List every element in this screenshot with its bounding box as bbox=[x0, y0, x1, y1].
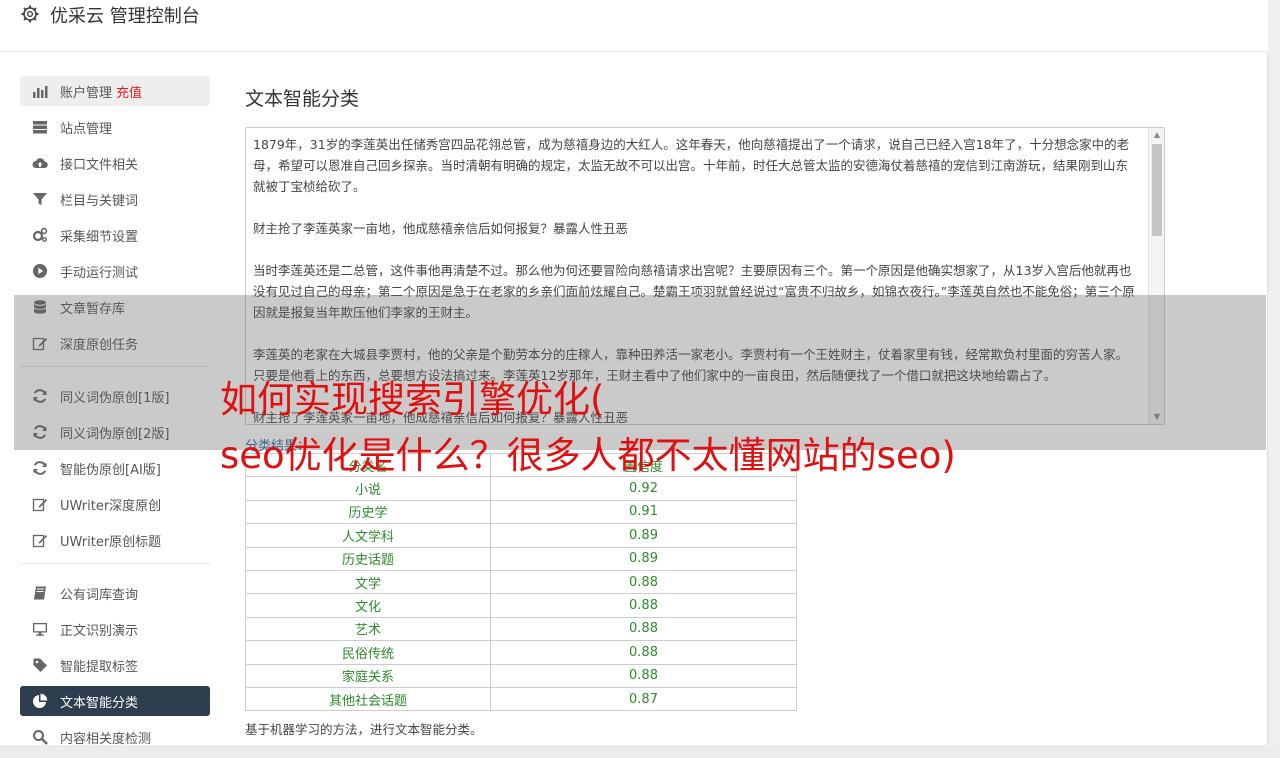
sidebar-item-label: UWriter深度原创 bbox=[60, 498, 162, 514]
table-row: 艺术 0.88 bbox=[245, 616, 797, 642]
confidence-cell: 0.88 bbox=[490, 640, 797, 665]
page-title: 文本智能分类 bbox=[245, 88, 360, 110]
category-cell: 家庭关系 bbox=[245, 663, 491, 688]
footer-note: 基于机器学习的方法，进行文本智能分类。 bbox=[245, 722, 483, 738]
sidebar-item[interactable]: 账户管理 充值 bbox=[20, 76, 210, 106]
bar-chart-icon bbox=[32, 83, 48, 99]
recharge-link[interactable]: 充值 bbox=[116, 82, 142, 101]
table-row: 文化 0.88 bbox=[245, 593, 797, 618]
category-cell: 文学 bbox=[245, 569, 491, 595]
sidebar-item[interactable]: 公有词库查询 bbox=[20, 578, 210, 608]
gear-icon[interactable] bbox=[20, 4, 40, 24]
app-title: 优采云 管理控制台 bbox=[50, 6, 200, 27]
sidebar-item[interactable]: UWriter原创标题 bbox=[20, 525, 210, 555]
sidebar-item-label: 公有词库查询 bbox=[60, 587, 139, 603]
sidebar-item[interactable]: 智能提取标签 bbox=[20, 650, 210, 680]
app-window: 优采云 管理控制台 账户管理 充值站点管理接口文件相关 栏目与关键词 采集细节设置 手动… bbox=[0, 0, 1268, 747]
server-icon bbox=[32, 119, 48, 135]
confidence-cell: 0.91 bbox=[490, 499, 797, 525]
sidebar-item[interactable]: 栏目与关键词 bbox=[20, 184, 210, 214]
sidebar-item[interactable]: 文本智能分类 bbox=[20, 686, 210, 716]
sidebar-item[interactable]: 接口文件相关 bbox=[20, 148, 210, 178]
sidebar-item[interactable]: 智能伪原创[AI版] bbox=[20, 453, 210, 483]
sidebar-item-label: 智能伪原创[AI版] bbox=[60, 462, 161, 478]
table-row: 历史学 0.91 bbox=[245, 499, 797, 525]
table-row: 其他社会话题 0.87 bbox=[245, 686, 797, 712]
page-scrollbar[interactable] bbox=[1268, 0, 1280, 745]
sidebar-item-label: 正文识别演示 bbox=[60, 623, 139, 639]
pie-chart-icon bbox=[32, 693, 48, 709]
sidebar-item-label: 采集细节设置 bbox=[60, 229, 139, 245]
table-row: 家庭关系 0.88 bbox=[245, 663, 797, 688]
category-cell: 其他社会话题 bbox=[245, 686, 491, 712]
table-row: 民俗传统 0.88 bbox=[245, 640, 797, 665]
confidence-cell: 0.88 bbox=[490, 593, 797, 618]
overlay-headline: 如何实现搜索引擎优化( seo优化是什么？很多人都不太懂网站的seo) bbox=[220, 372, 956, 484]
gears-icon bbox=[32, 227, 48, 243]
confidence-cell: 0.88 bbox=[490, 569, 797, 595]
top-bar: 优采云 管理控制台 bbox=[0, 0, 1268, 52]
category-cell: 民俗传统 bbox=[245, 640, 491, 665]
sidebar-item-label: 账户管理 bbox=[60, 85, 113, 101]
results-table: 分类名 置信度 小说 0.92 历史学 0.91 人文学科 0.89 历史话题 0.89 文学 0… bbox=[245, 452, 797, 712]
tag-icon bbox=[32, 657, 48, 673]
sidebar-item-label: 站点管理 bbox=[60, 121, 113, 137]
sidebar-item[interactable]: 正文识别演示 bbox=[20, 614, 210, 644]
filter-icon bbox=[32, 191, 48, 207]
search-icon bbox=[32, 729, 48, 745]
refresh-icon bbox=[32, 460, 48, 476]
scroll-up-icon[interactable]: ▲ bbox=[1149, 128, 1164, 142]
cloud-upload-icon bbox=[32, 155, 48, 171]
table-row: 人文学科 0.89 bbox=[245, 523, 797, 548]
sidebar-item-label: 智能提取标签 bbox=[60, 659, 139, 675]
scrollbar-thumb[interactable] bbox=[1152, 144, 1162, 236]
table-row: 文学 0.88 bbox=[245, 569, 797, 595]
book-icon bbox=[32, 585, 48, 601]
sidebar-item-label: UWriter原创标题 bbox=[60, 534, 162, 550]
sidebar-item-label: 手动运行测试 bbox=[60, 265, 139, 281]
category-cell: 历史学 bbox=[245, 499, 491, 525]
confidence-cell: 0.87 bbox=[490, 686, 797, 712]
confidence-cell: 0.89 bbox=[490, 523, 797, 548]
category-cell: 人文学科 bbox=[245, 523, 491, 548]
sidebar-item[interactable]: 采集细节设置 bbox=[20, 220, 210, 250]
sidebar-item-label: 内容相关度检测 bbox=[60, 731, 152, 747]
edit-icon bbox=[32, 496, 48, 512]
confidence-cell: 0.88 bbox=[490, 616, 797, 642]
sidebar-item-label: 栏目与关键词 bbox=[60, 193, 139, 209]
category-cell: 文化 bbox=[245, 593, 491, 618]
category-cell: 艺术 bbox=[245, 616, 491, 642]
monitor-icon bbox=[32, 621, 48, 637]
overlay-line-2: seo优化是什么？很多人都不太懂网站的seo) bbox=[220, 434, 956, 477]
table-row: 历史话题 0.89 bbox=[245, 546, 797, 571]
sidebar-divider bbox=[20, 563, 210, 564]
confidence-cell: 0.88 bbox=[490, 663, 797, 688]
edit-icon bbox=[32, 532, 48, 548]
sidebar-item-label: 接口文件相关 bbox=[60, 157, 139, 173]
confidence-cell: 0.89 bbox=[490, 546, 797, 571]
sidebar-item-label: 文本智能分类 bbox=[60, 695, 139, 711]
sidebar-item[interactable]: 手动运行测试 bbox=[20, 256, 210, 286]
play-circle-icon bbox=[32, 263, 48, 279]
sidebar-item[interactable]: UWriter深度原创 bbox=[20, 489, 210, 519]
overlay-line-1: 如何实现搜索引擎优化( bbox=[220, 378, 605, 421]
category-cell: 历史话题 bbox=[245, 546, 491, 571]
sidebar-item[interactable]: 站点管理 bbox=[20, 112, 210, 142]
sidebar-item[interactable]: 内容相关度检测 bbox=[20, 722, 210, 752]
